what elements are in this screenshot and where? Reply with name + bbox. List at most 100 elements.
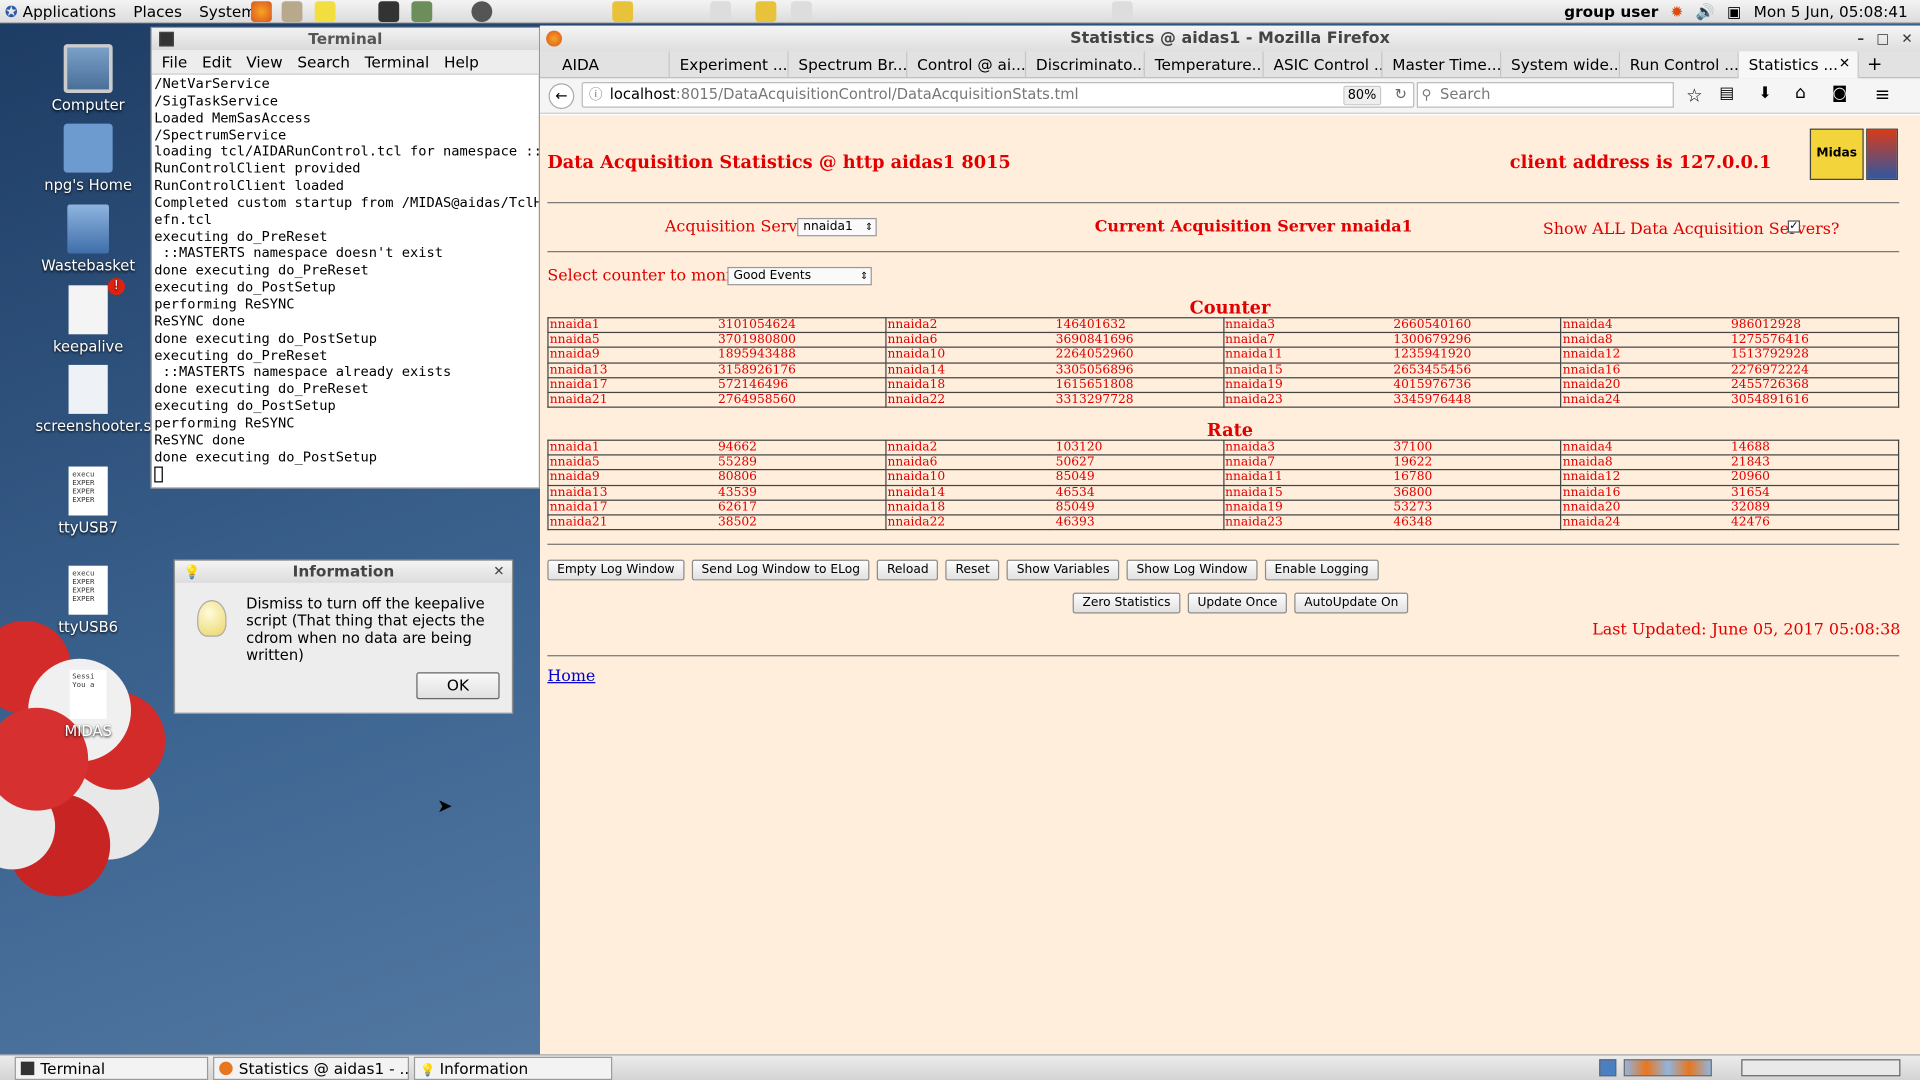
reset-button[interactable]: Reset	[945, 559, 1000, 581]
show-variables-button[interactable]: Show Variables	[1006, 559, 1120, 581]
url-bar[interactable]: ⓘ localhost:8015/DataAcquisitionControl/…	[581, 82, 1415, 108]
desktop-icon-computer[interactable]: Computer	[36, 44, 141, 114]
tab-discriminator[interactable]: Discriminato...	[1026, 51, 1145, 79]
tab-system-wide[interactable]: System wide...	[1501, 51, 1621, 79]
tab-experiment[interactable]: Experiment ...	[670, 51, 789, 79]
taskbar-item-firefox[interactable]: Statistics @ aidas1 - ...	[213, 1056, 409, 1080]
minimize-icon[interactable]: –	[1857, 26, 1864, 52]
menu-file[interactable]: File	[162, 53, 188, 71]
ok-button[interactable]: OK	[416, 672, 500, 700]
tab-run-control[interactable]: Run Control ...	[1620, 51, 1739, 79]
menu-edit[interactable]: Edit	[202, 53, 232, 71]
menu-help[interactable]: Help	[444, 53, 479, 71]
firefox-window[interactable]: Statistics @ aidas1 - Mozilla Firefox – …	[540, 25, 1920, 1055]
firefox-titlebar[interactable]: Statistics @ aidas1 - Mozilla Firefox – …	[540, 25, 1920, 52]
downloads-icon[interactable]: ⬇	[1758, 84, 1771, 102]
value-cell: 31654	[1729, 484, 1900, 501]
desktop-icon-keepalive[interactable]: ! keepalive	[36, 277, 141, 355]
desktop-icon-midas[interactable]: Sessi You a MIDAS	[36, 669, 141, 740]
tab-master-time[interactable]: Master Time...	[1382, 51, 1502, 79]
home-icon[interactable]: ⌂	[1795, 83, 1806, 103]
reading-list-icon[interactable]: ▤	[1719, 84, 1734, 102]
taskbar-item-terminal[interactable]: Terminal	[14, 1056, 209, 1080]
send-log-to-elog-button[interactable]: Send Log Window to ELog	[691, 559, 870, 581]
tab-control[interactable]: Control @ ai...	[907, 51, 1027, 79]
tab-statistics[interactable]: Statistics ... ✕	[1738, 51, 1859, 79]
value-cell: 2660540160	[1392, 317, 1562, 334]
editor-launcher-icon[interactable]	[314, 1, 336, 23]
menu-search[interactable]: Search	[297, 53, 350, 71]
desktop-icon-label: screenshooter.sh	[35, 417, 161, 435]
close-icon[interactable]: ✕	[493, 561, 504, 583]
update-alert-icon[interactable]: ✹	[1671, 2, 1684, 20]
log-button-row: Empty Log Window Send Log Window to ELog…	[547, 559, 1379, 581]
volume-icon[interactable]: 🔊	[1696, 2, 1715, 22]
terminal-output[interactable]: /NetVarService /SigTaskService Loaded Me…	[152, 75, 539, 486]
show-desktop-icon[interactable]	[1599, 1059, 1617, 1077]
page-content: Data Acquisition Statistics @ http aidas…	[540, 115, 1920, 1055]
lamp-launcher-icon[interactable]	[710, 1, 732, 23]
server-name-cell: nnaida3	[1222, 439, 1393, 456]
reload-icon[interactable]: ↻	[1395, 83, 1407, 106]
applications-menu[interactable]: ✪ Applications	[5, 2, 116, 20]
user-menu[interactable]: group user	[1564, 2, 1658, 20]
new-tab-icon[interactable]: +	[1859, 51, 1891, 77]
taskbar-item-information[interactable]: 💡 Information	[413, 1056, 613, 1080]
workspace-preview-icon[interactable]	[1623, 1059, 1712, 1077]
workspace-switcher-icon[interactable]	[1741, 1059, 1901, 1077]
counter-select[interactable]: Good Events ⇕	[727, 266, 872, 286]
desktop-icon-screenshooter[interactable]: screenshooter.sh	[36, 364, 160, 435]
reload-button[interactable]: Reload	[877, 559, 939, 581]
desktop-icon-wastebasket[interactable]: Wastebasket	[36, 204, 141, 274]
lamp-launcher-2-icon[interactable]	[791, 1, 812, 23]
clock[interactable]: Mon 5 Jun, 05:08:41	[1754, 2, 1908, 20]
update-once-button[interactable]: Update Once	[1187, 592, 1288, 614]
hamburger-menu-icon[interactable]: ≡	[1875, 83, 1890, 105]
site-info-icon[interactable]: ⓘ	[589, 83, 602, 106]
system-menu[interactable]: System	[199, 2, 256, 20]
lamp-launcher-3-icon[interactable]	[1111, 1, 1133, 23]
close-icon[interactable]: ✕	[1901, 26, 1912, 52]
desktop-icon-home[interactable]: npg's Home	[36, 123, 141, 194]
terminal-titlebar[interactable]: Terminal	[151, 28, 539, 51]
firefox-launcher-icon[interactable]	[251, 1, 272, 23]
calculator-launcher-icon[interactable]	[411, 1, 433, 23]
terminal-window[interactable]: Terminal File Edit View Search Terminal …	[150, 26, 541, 489]
midas-launcher-2-icon[interactable]	[755, 1, 777, 23]
show-all-checkbox[interactable]: ✓	[1787, 220, 1801, 233]
camera-launcher-icon[interactable]	[471, 1, 493, 23]
menu-view[interactable]: View	[246, 53, 282, 71]
server-name-cell: nnaida4	[1560, 317, 1730, 334]
show-log-window-button[interactable]: Show Log Window	[1126, 559, 1258, 581]
acquisition-server-select[interactable]: nnaida1 ⇕	[797, 217, 877, 237]
midas-launcher-icon[interactable]	[612, 1, 634, 23]
dialog-titlebar[interactable]: 💡 Information ✕	[175, 560, 512, 583]
maximize-icon[interactable]: □	[1876, 26, 1889, 52]
pocket-icon[interactable]: ◙	[1832, 84, 1847, 102]
tab-spectrum[interactable]: Spectrum Br...	[789, 51, 908, 79]
zoom-level[interactable]: 80%	[1342, 85, 1382, 106]
enable-logging-button[interactable]: Enable Logging	[1264, 559, 1379, 581]
tab-temperature[interactable]: Temperature...	[1145, 51, 1264, 79]
tab-aida[interactable]: AIDA	[540, 51, 670, 79]
empty-log-window-button[interactable]: Empty Log Window	[547, 559, 685, 581]
back-arrow-icon[interactable]: ←	[548, 83, 575, 109]
network-icon[interactable]: ▣	[1727, 2, 1741, 20]
desktop-icon-label: npg's Home	[44, 176, 133, 194]
close-tab-icon[interactable]: ✕	[1839, 55, 1850, 71]
bookmark-star-icon[interactable]: ☆	[1686, 84, 1702, 106]
places-menu[interactable]: Places	[133, 2, 182, 20]
terminal-launcher-icon[interactable]	[378, 1, 400, 23]
home-link[interactable]: Home	[547, 667, 595, 685]
autoupdate-button[interactable]: AutoUpdate On	[1294, 592, 1409, 614]
desktop-icon-ttyusb7[interactable]: execu EXPER EXPER EXPER ttyUSB7	[36, 466, 141, 536]
tab-asic-control[interactable]: ASIC Control ...	[1264, 51, 1383, 79]
mail-launcher-icon[interactable]	[281, 1, 303, 23]
zero-statistics-button[interactable]: Zero Statistics	[1072, 592, 1181, 614]
table-row: nnaida21 38502 nnaida22 46393 nnaida23 46348 n…	[547, 514, 1900, 531]
server-name-cell: nnaida23	[1222, 391, 1393, 408]
server-name-cell: nnaida18	[885, 499, 1055, 516]
information-dialog[interactable]: 💡 Information ✕ Dismiss to turn off the …	[173, 559, 514, 714]
menu-terminal[interactable]: Terminal	[365, 53, 430, 71]
search-input[interactable]: ⚲ Search	[1416, 82, 1674, 108]
